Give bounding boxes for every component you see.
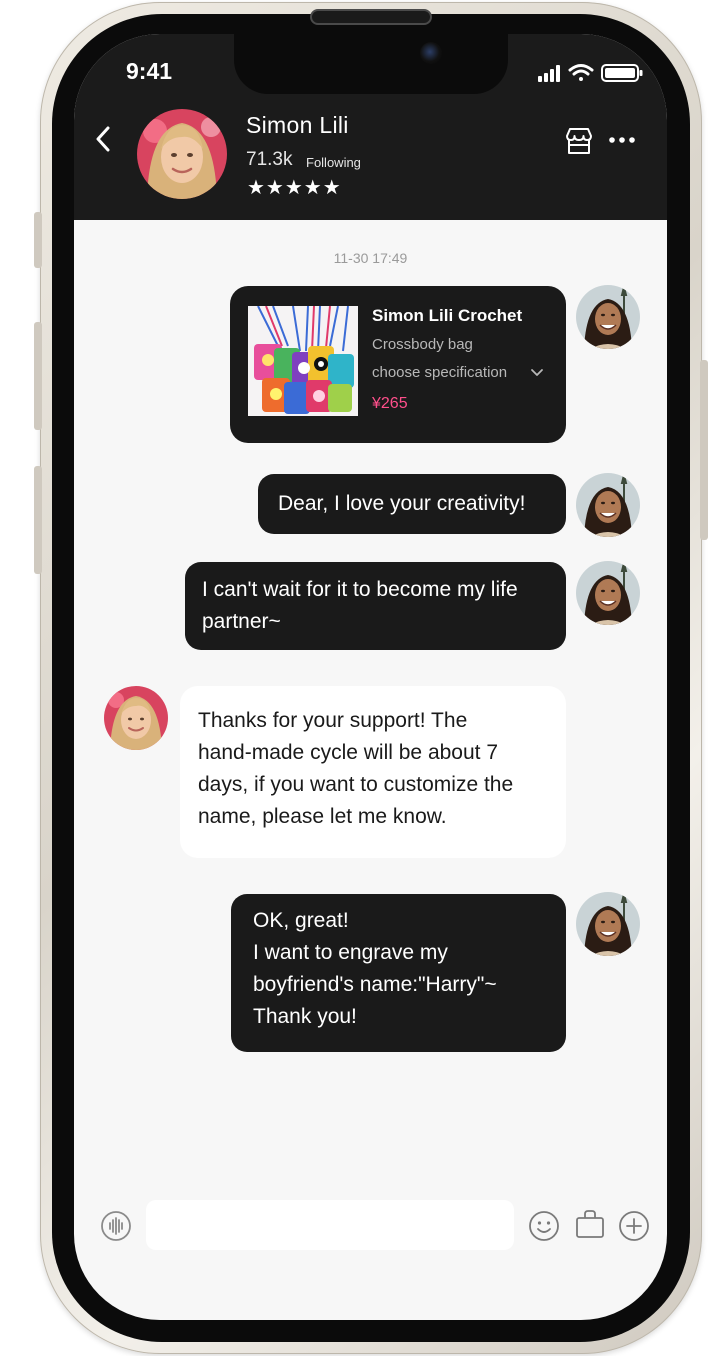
product-price: ¥265 [372, 395, 408, 412]
wifi-icon [568, 64, 594, 81]
emoji-icon[interactable] [528, 1210, 560, 1242]
voice-icon[interactable] [100, 1210, 132, 1242]
user-avatar[interactable] [576, 473, 640, 537]
message-text: Dear, I love your creativity! [278, 492, 526, 515]
message-text: I can't wait for it to become my life pa… [202, 578, 518, 633]
user-avatar[interactable] [576, 561, 640, 625]
notch [234, 34, 508, 94]
chat-header: 9:41 Simon Lili 71.3k Following ★★★★★ [74, 34, 667, 220]
rating-stars: ★★★★★ [247, 175, 342, 199]
front-camera [420, 42, 442, 64]
shopping-bag-icon[interactable] [574, 1208, 606, 1240]
phone-volume-down-button [34, 466, 42, 574]
message-text: OK, great! I want to engrave my boyfrien… [253, 909, 497, 1028]
message-bubble-sent[interactable]: I can't wait for it to become my life pa… [185, 562, 566, 650]
phone-volume-up-button [34, 322, 42, 430]
chat-timestamp: 11-30 17:49 [333, 250, 408, 266]
signal-icon [538, 65, 560, 82]
following-label[interactable]: Following [306, 155, 361, 170]
product-title: Simon Lili Crochet [372, 306, 523, 325]
status-time: 9:41 [126, 58, 173, 84]
battery-icon [601, 64, 643, 82]
chevron-down-icon[interactable] [530, 368, 544, 378]
message-bubble-sent[interactable]: OK, great! I want to engrave my boyfrien… [231, 894, 566, 1052]
phone-side-button [34, 212, 42, 268]
status-icons [538, 64, 643, 82]
message-bubble-sent[interactable]: Dear, I love your creativity! [258, 474, 566, 534]
message-bubble-received[interactable]: Thanks for your support! The hand-made c… [180, 686, 566, 858]
plus-icon[interactable] [618, 1210, 650, 1242]
phone-power-button [700, 360, 708, 540]
screen: 9:41 Simon Lili 71.3k Following ★★★★★ 11… [74, 34, 667, 1320]
store-icon[interactable] [564, 127, 594, 155]
shop-avatar-small[interactable] [104, 686, 168, 750]
user-avatar[interactable] [576, 892, 640, 956]
chevron-left-icon[interactable] [92, 124, 114, 154]
user-avatar[interactable] [576, 285, 640, 349]
product-subtitle: Crossbody bag [372, 336, 473, 353]
shop-name[interactable]: Simon Lili [246, 112, 349, 139]
more-icon[interactable] [608, 135, 636, 145]
shop-avatar[interactable] [137, 109, 227, 199]
choose-specification[interactable]: choose specification [372, 362, 507, 384]
message-input[interactable] [146, 1200, 514, 1250]
product-card[interactable]: Simon Lili Crochet Crossbody bag choose … [230, 286, 566, 443]
phone-speaker [310, 9, 432, 25]
message-text: Thanks for your support! The hand-made c… [198, 709, 514, 828]
product-image [248, 306, 358, 416]
followers-count: 71.3k [246, 149, 293, 170]
